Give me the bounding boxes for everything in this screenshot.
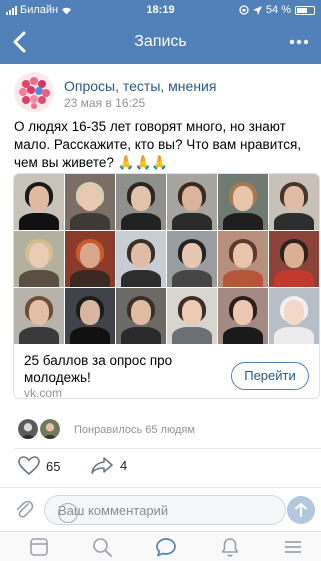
- likers-row[interactable]: Понравилось 65 людям: [16, 417, 316, 443]
- ad-title: 25 баллов за опрос про молодежь!: [24, 353, 173, 385]
- battery-percent: 54 %: [265, 4, 291, 16]
- like-count: 65: [46, 458, 61, 474]
- menu-icon[interactable]: [282, 536, 304, 558]
- portrait-photo: [116, 174, 166, 230]
- ad-card[interactable]: 25 баллов за опрос про молодежь! vk.com …: [13, 173, 320, 399]
- group-avatar[interactable]: [14, 72, 54, 112]
- page-title: Запись: [134, 33, 187, 50]
- portrait-photo: [218, 288, 268, 344]
- photo-collage[interactable]: [14, 174, 319, 344]
- portrait-photo: [269, 174, 319, 230]
- liker-avatar: [16, 417, 40, 441]
- portrait-photo: [167, 174, 217, 230]
- portrait-photo: [167, 288, 217, 344]
- portrait-photo: [65, 231, 115, 287]
- battery-icon: [295, 5, 315, 15]
- news-icon[interactable]: [28, 536, 50, 558]
- portrait-photo: [269, 288, 319, 344]
- lock-rotation-icon: [239, 5, 249, 15]
- ad-domain: vk.com: [24, 386, 63, 399]
- notifications-icon[interactable]: [219, 536, 241, 558]
- like-button[interactable]: 65: [18, 456, 60, 476]
- tab-bar: [0, 531, 321, 561]
- comment-bar: Ваш комментарий: [0, 491, 321, 529]
- search-icon[interactable]: [91, 536, 113, 558]
- portrait-photo: [269, 231, 319, 287]
- status-bar: Билайн 18:19 54 %: [0, 0, 321, 20]
- portrait-photo: [218, 174, 268, 230]
- liker-avatar: [38, 417, 62, 441]
- post-text: О людях 16-35 лет говорят много, но знаю…: [14, 119, 302, 170]
- nav-bar: Запись: [0, 20, 321, 64]
- portrait-photo: [167, 231, 217, 287]
- status-right: 54 %: [239, 4, 315, 16]
- portrait-photo: [218, 231, 268, 287]
- share-count: 4: [120, 457, 128, 473]
- portrait-photo: [14, 174, 64, 230]
- heart-icon: [18, 456, 40, 476]
- emoji-icon[interactable]: [58, 503, 78, 523]
- post-header: Опросы, тесты, мнения 23 мая в 16:25: [14, 72, 314, 112]
- portrait-photo: [116, 288, 166, 344]
- divider: [0, 487, 321, 488]
- portrait-photo: [65, 288, 115, 344]
- post-actions: 65 4: [18, 456, 218, 480]
- more-icon[interactable]: [289, 32, 309, 52]
- portrait-photo: [14, 231, 64, 287]
- portrait-photo: [65, 174, 115, 230]
- divider: [14, 448, 321, 449]
- send-icon[interactable]: [287, 496, 315, 524]
- paperclip-icon[interactable]: [14, 498, 34, 520]
- portrait-photo: [14, 288, 64, 344]
- share-button[interactable]: 4: [90, 456, 127, 474]
- post-date: 23 мая в 16:25: [64, 96, 146, 110]
- comment-input[interactable]: Ваш комментарий: [44, 495, 286, 525]
- go-button[interactable]: Перейти: [231, 362, 309, 390]
- portrait-photo: [116, 231, 166, 287]
- messages-icon[interactable]: [155, 536, 177, 558]
- likes-summary: Понравилось 65 людям: [74, 424, 195, 436]
- group-name-link[interactable]: Опросы, тесты, мнения: [64, 78, 216, 94]
- share-icon: [91, 457, 113, 474]
- location-icon: [252, 5, 262, 15]
